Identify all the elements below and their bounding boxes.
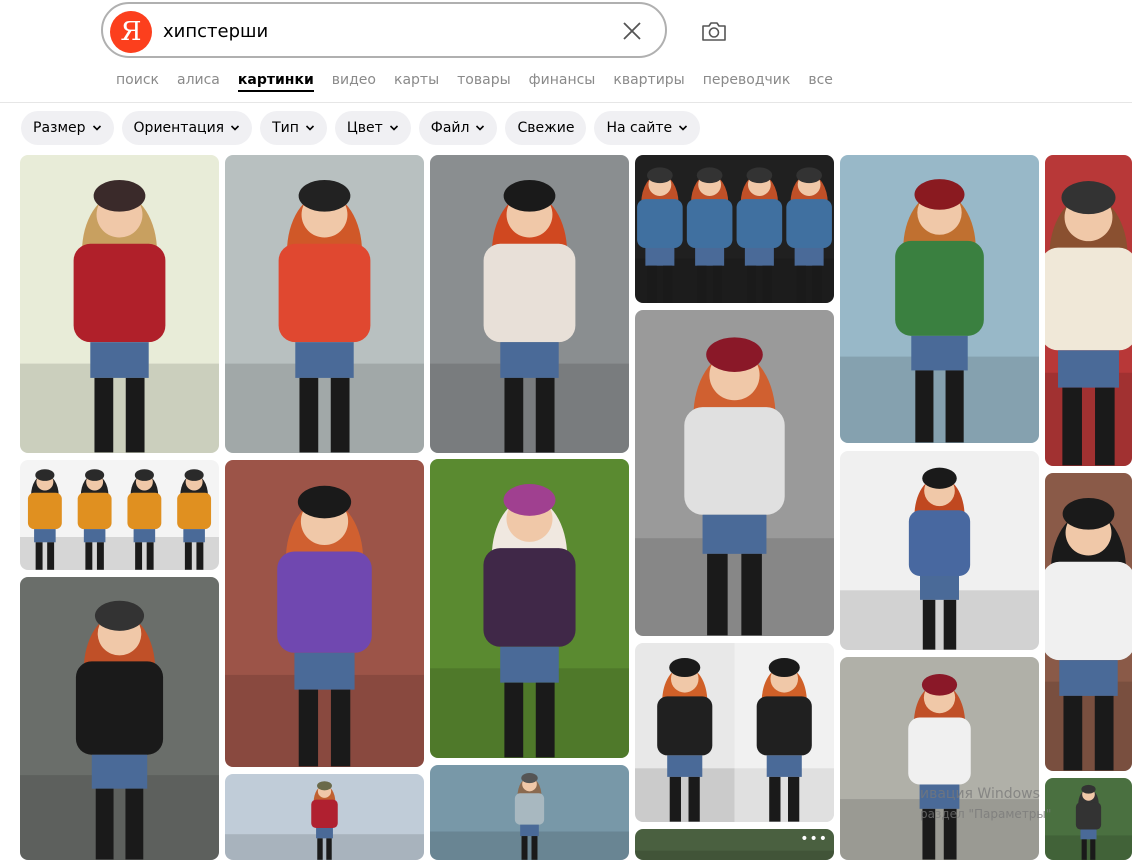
image-result-9[interactable] xyxy=(635,155,834,303)
image-thumbnail xyxy=(635,643,834,822)
image-thumbnail xyxy=(225,460,424,767)
image-result-5[interactable] xyxy=(225,774,424,860)
image-result-2[interactable] xyxy=(20,577,219,860)
image-result-18[interactable] xyxy=(1045,778,1132,860)
image-thumbnail xyxy=(225,774,424,860)
image-results-grid: ••• xyxy=(0,0,1132,860)
image-result-7[interactable] xyxy=(430,459,629,758)
image-thumbnail xyxy=(635,155,834,303)
image-thumbnail xyxy=(225,155,424,453)
image-thumbnail xyxy=(1045,778,1132,860)
image-thumbnail xyxy=(20,155,219,453)
image-thumbnail xyxy=(840,657,1039,860)
image-thumbnail xyxy=(430,765,629,860)
image-thumbnail xyxy=(1045,473,1132,771)
image-result-17[interactable] xyxy=(1045,473,1132,771)
image-result-6[interactable] xyxy=(430,155,629,453)
image-thumbnail xyxy=(1045,155,1132,466)
image-thumbnail xyxy=(430,155,629,453)
image-result-14[interactable] xyxy=(840,451,1039,650)
image-thumbnail xyxy=(20,577,219,860)
image-result-10[interactable] xyxy=(635,310,834,636)
image-result-4[interactable] xyxy=(225,460,424,767)
image-result-8[interactable] xyxy=(430,765,629,860)
image-thumbnail xyxy=(635,310,834,636)
image-thumbnail xyxy=(840,451,1039,650)
image-result-1[interactable] xyxy=(20,460,219,570)
image-thumbnail xyxy=(20,460,219,570)
image-result-3[interactable] xyxy=(225,155,424,453)
image-result-0[interactable] xyxy=(20,155,219,453)
image-result-11[interactable] xyxy=(635,643,834,822)
image-result-15[interactable] xyxy=(840,657,1039,860)
image-result-16[interactable] xyxy=(1045,155,1132,466)
image-thumbnail xyxy=(430,459,629,758)
image-result-13[interactable] xyxy=(840,155,1039,443)
more-options-icon[interactable]: ••• xyxy=(800,831,828,847)
image-thumbnail xyxy=(840,155,1039,443)
image-result-12[interactable]: ••• xyxy=(635,829,834,860)
